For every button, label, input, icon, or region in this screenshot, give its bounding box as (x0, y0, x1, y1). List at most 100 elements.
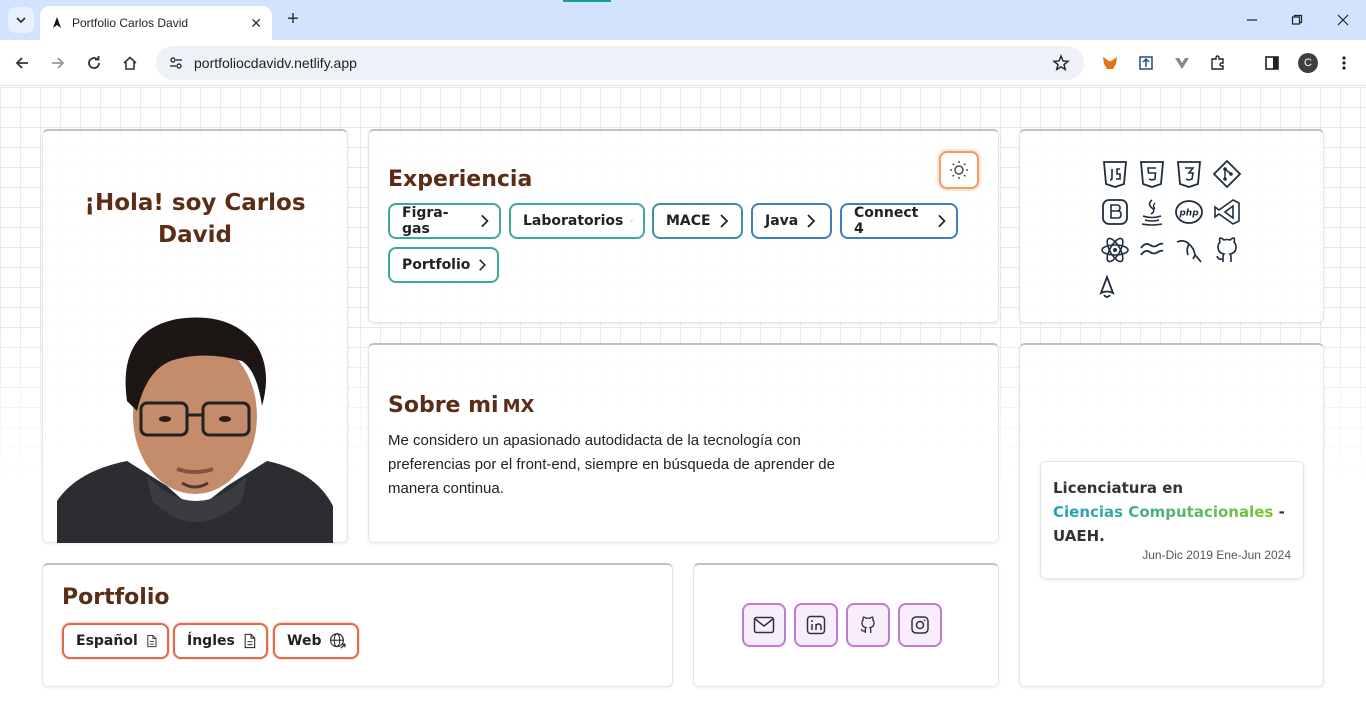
profile-photo (57, 311, 333, 543)
extensions-puzzle-icon[interactable] (1206, 51, 1230, 75)
education-card: Licenciatura en Ciencias Computacionales… (1019, 343, 1324, 687)
mysql-icon (1176, 240, 1202, 263)
browser-tab[interactable]: Portfolio Carlos David ✕ (40, 6, 272, 40)
sun-icon (950, 161, 968, 179)
php-icon: php (1175, 200, 1203, 224)
experience-chip-portfolio[interactable]: Portfolio (388, 247, 499, 283)
react-icon (1101, 237, 1129, 263)
email-button[interactable] (742, 603, 786, 647)
greeting-heading: ¡Hola! soy Carlos David (43, 187, 347, 251)
about-text: Me considero un apasionado autodidacta d… (388, 432, 835, 497)
intro-card: ¡Hola! soy Carlos David (42, 129, 348, 543)
minimize-button[interactable] (1240, 8, 1264, 32)
portfolio-ingles-button[interactable]: Íngles (173, 623, 268, 659)
chevron-right-icon (479, 259, 487, 271)
home-button[interactable] (118, 51, 142, 75)
side-panel-icon[interactable] (1260, 51, 1284, 75)
github-icon (1216, 237, 1237, 262)
astro-icon (1099, 274, 1115, 298)
document-icon (244, 633, 256, 649)
tab-title: Portfolio Carlos David (72, 16, 189, 30)
browser-menu-icon[interactable] (1332, 51, 1356, 75)
university-name: UAEH. (1053, 527, 1105, 545)
degree-separator: - (1273, 503, 1285, 521)
chip-label: Java (765, 213, 799, 229)
instagram-button[interactable] (898, 603, 942, 647)
mail-icon (753, 616, 775, 634)
chevron-right-icon (807, 214, 816, 228)
instagram-icon (911, 616, 929, 634)
reload-icon (88, 56, 100, 69)
url-text: portfoliocdavidv.netlify.app (194, 55, 357, 71)
portfolio-web-button[interactable]: Web (273, 623, 359, 659)
chevron-right-icon (719, 214, 728, 228)
experience-card: Experiencia Figra-gas Laboratorios MACE … (368, 129, 999, 323)
tailwind-icon (1140, 242, 1164, 256)
chevron-right-icon (631, 219, 633, 223)
git-icon (1212, 159, 1242, 189)
social-card (693, 563, 999, 687)
vue-devtools-extension-icon[interactable] (1170, 51, 1194, 75)
experience-chip-laboratorios[interactable]: Laboratorios (509, 203, 645, 239)
tab-close-icon[interactable]: ✕ (250, 15, 262, 32)
page-content: ¡Hola! soy Carlos David Experiencia Figr… (0, 87, 1366, 728)
html5-icon (1140, 161, 1164, 188)
about-title-text: Sobre mi (388, 393, 499, 418)
chevron-right-icon (480, 214, 489, 228)
close-window-button[interactable] (1331, 8, 1355, 32)
chip-label: MACE (666, 213, 711, 229)
linkedin-button[interactable] (794, 603, 838, 647)
chip-label: Figra-gas (402, 205, 449, 237)
chip-label: Connect 4 (854, 205, 919, 237)
chevron-right-icon (937, 214, 946, 228)
globe-link-icon (330, 633, 346, 649)
greeting-line1: ¡Hola! soy Carlos (84, 190, 306, 216)
back-button[interactable] (10, 51, 34, 75)
about-title: Sobre mi MX (388, 393, 534, 418)
browser-tab-bar: Portfolio Carlos David ✕ + (0, 0, 1366, 40)
degree-highlight: Ciencias Computacionales (1053, 503, 1274, 521)
new-tab-button[interactable]: + (282, 8, 304, 30)
tech-stack-card: php (1019, 129, 1324, 323)
tab-search-button[interactable] (8, 7, 34, 33)
experience-chip-java[interactable]: Java (751, 203, 832, 239)
document-icon (147, 634, 157, 648)
button-label: Web (287, 633, 322, 649)
degree-line1: Licenciatura en (1053, 479, 1184, 497)
arrow-right-icon (52, 57, 65, 69)
arrow-left-icon (15, 57, 28, 69)
education-dates: Jun-Dic 2019 Ene-Jun 2024 (1142, 548, 1291, 562)
chevron-down-icon (16, 17, 26, 24)
restore-button[interactable] (1285, 8, 1309, 32)
javascript-icon (1103, 161, 1127, 188)
browser-toolbar: portfoliocdavidv.netlify.app C (0, 40, 1366, 86)
github-button[interactable] (846, 603, 890, 647)
restore-icon (1291, 14, 1303, 25)
upload-extension-icon[interactable] (1134, 51, 1158, 75)
java-icon (1141, 199, 1163, 226)
metamask-extension-icon[interactable] (1098, 51, 1122, 75)
experience-title: Experiencia (388, 167, 533, 192)
experience-chip-mace[interactable]: MACE (652, 203, 743, 239)
portfolio-espanol-button[interactable]: Español (62, 623, 169, 659)
experience-chip-figra-gas[interactable]: Figra-gas (388, 203, 501, 239)
forward-button[interactable] (46, 51, 70, 75)
astro-favicon-icon (53, 17, 61, 28)
minimize-icon (1247, 19, 1257, 21)
bookmark-star-icon[interactable] (1052, 54, 1070, 72)
bootstrap-icon (1102, 199, 1128, 225)
close-icon (1337, 14, 1349, 26)
theme-toggle-button[interactable] (939, 151, 979, 189)
greeting-line2: David (158, 222, 232, 248)
tab-accent-line (563, 0, 611, 2)
address-bar[interactable]: portfoliocdavidv.netlify.app (156, 46, 1084, 80)
reload-button[interactable] (82, 51, 106, 75)
button-label: Íngles (187, 633, 235, 649)
profile-avatar[interactable]: C (1298, 53, 1318, 73)
experience-chip-connect-4[interactable]: Connect 4 (840, 203, 958, 239)
css3-icon (1177, 161, 1201, 188)
degree-line2: Ciencias Computacionales - (1053, 500, 1291, 524)
portfolio-card: Portfolio Español Íngles Web (42, 563, 673, 687)
linkedin-icon (806, 615, 826, 635)
chip-label: Laboratorios (523, 213, 624, 229)
